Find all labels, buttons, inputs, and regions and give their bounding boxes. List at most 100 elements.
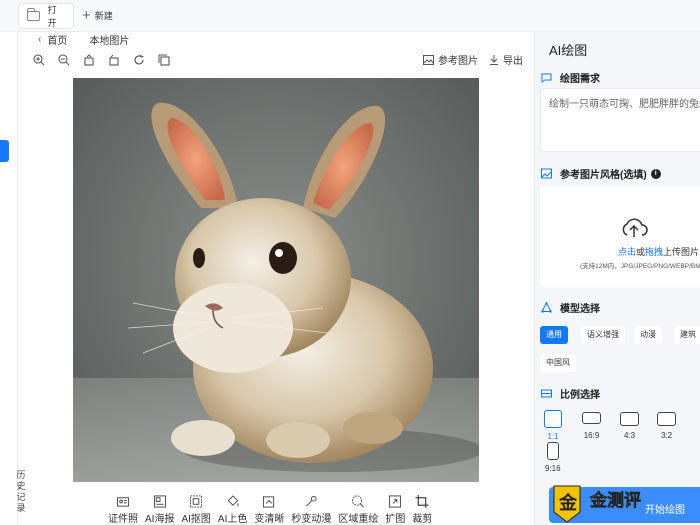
- model-heading-label: 模型选择: [560, 304, 600, 315]
- tool-label: 裁剪: [412, 514, 433, 525]
- reference-image-button[interactable]: 参考图片: [423, 52, 478, 67]
- ratio-shape: [620, 412, 639, 426]
- bottom-toolbar: 证件照 AI海报 AI抠图 AI上色 变清晰 秒变动漫 区域重绘 扩图 裁剪: [108, 495, 439, 525]
- anime-icon: [306, 495, 317, 507]
- model-option-general[interactable]: 通用: [540, 326, 568, 344]
- tool-label: AI抠图: [181, 514, 211, 525]
- ratio-label: 3:2: [660, 431, 673, 440]
- breadcrumb: ‹ 首页 本地图片: [38, 32, 130, 47]
- history-button[interactable]: 历史记录: [14, 470, 28, 514]
- prompt-heading-label: 绘图需求: [560, 74, 600, 85]
- ratio-heading: 比例选择: [541, 386, 600, 401]
- export-label: 导出: [503, 56, 523, 67]
- tool-label: 证件照: [108, 514, 138, 525]
- tool-label: AI海报: [145, 514, 175, 525]
- id-photo-icon: [116, 497, 130, 507]
- model-option-chinese-style[interactable]: 中国风: [540, 354, 576, 372]
- export-button[interactable]: 导出: [489, 52, 523, 67]
- ratio-label: 9:16: [545, 464, 561, 473]
- tool-id-photo[interactable]: 证件照: [108, 495, 138, 525]
- image-icon: [423, 54, 434, 65]
- expand-icon: [389, 495, 402, 508]
- reference-style-label: 参考图片风格(选填): [560, 170, 647, 181]
- model-option-architecture[interactable]: 建筑: [674, 326, 700, 344]
- app-window: 打开 + 新建 历史记录 ‹ 首页 本地图片 参考图片 导出 证件照 AI海报 …: [0, 0, 700, 525]
- reference-image-label: 参考图片: [438, 56, 478, 67]
- tab-bar: 打开 + 新建: [0, 0, 700, 32]
- ratio-shape: [657, 412, 676, 426]
- watermark-logo: 金 金测评: [553, 485, 641, 523]
- cloud-upload-icon: [622, 218, 648, 237]
- tool-ai-colorize[interactable]: AI上色: [218, 495, 247, 525]
- sharpen-icon: [263, 496, 275, 508]
- flip-horizontal-icon[interactable]: [82, 53, 95, 66]
- tool-sharpen[interactable]: 变清晰: [254, 495, 284, 525]
- tool-label: 区域重绘: [338, 514, 379, 525]
- chat-icon: [541, 73, 552, 83]
- svg-text:金: 金: [558, 492, 578, 514]
- chevron-left-icon[interactable]: ‹: [38, 34, 41, 45]
- new-tab-label: 新建: [94, 11, 113, 21]
- image-toolbar: [32, 53, 182, 66]
- ratio-shape: [544, 410, 562, 428]
- image-icon: [541, 168, 552, 179]
- tool-label: AI上色: [217, 514, 248, 525]
- info-icon[interactable]: i: [650, 168, 661, 179]
- model-heading: 模型选择: [541, 300, 600, 315]
- zoom-in-icon[interactable]: [32, 53, 45, 66]
- tab-open[interactable]: 打开: [18, 2, 74, 29]
- left-sidebar: [0, 32, 18, 525]
- flip-vertical-icon[interactable]: [107, 53, 120, 66]
- tool-expand[interactable]: 扩图: [385, 495, 405, 525]
- folder-icon: [27, 7, 40, 21]
- tool-ai-poster[interactable]: AI海报: [145, 495, 174, 525]
- rotate-icon[interactable]: [132, 53, 145, 66]
- model-option-anime[interactable]: 动漫: [634, 326, 662, 344]
- prompt-input[interactable]: 绘制一只萌态可掬、肥肥胖胖的兔子: [540, 88, 700, 152]
- reference-style-heading: 参考图片风格(选填) i: [541, 166, 661, 181]
- plus-icon: +: [82, 7, 91, 24]
- download-icon: [490, 54, 498, 65]
- new-tab-button[interactable]: + 新建: [82, 8, 113, 23]
- ratio-heading-label: 比例选择: [560, 390, 600, 401]
- panel-title: AI绘图: [549, 43, 588, 58]
- tab-open-label: 打开: [47, 4, 57, 28]
- model-option-semantic[interactable]: 语义增强: [581, 326, 625, 344]
- crop-icon: [415, 495, 429, 508]
- upload-hint: (支持12M内，JPG/JPEG/PNG/WEBP/BMP): [580, 263, 700, 270]
- sidebar-toggle[interactable]: [0, 140, 9, 162]
- tool-region-redraw[interactable]: 区域重绘: [338, 495, 378, 525]
- tool-label: 秒变动漫: [291, 514, 332, 525]
- ratio-label: 4:3: [623, 431, 636, 440]
- tool-ai-cutout[interactable]: AI抠图: [181, 495, 211, 525]
- breadcrumb-current: 本地图片: [89, 35, 130, 47]
- ai-drawing-panel: AI绘图 绘图需求 绘制一只萌态可掬、肥肥胖胖的兔子 参考图片风格(选填) i …: [534, 32, 700, 525]
- tool-anime[interactable]: 秒变动漫: [291, 495, 331, 525]
- tool-label: 扩图: [385, 514, 406, 525]
- upload-click-link[interactable]: 点击: [618, 247, 636, 257]
- poster-icon: [153, 495, 166, 508]
- colorize-icon: [227, 495, 239, 507]
- upload-or: 或: [636, 247, 646, 257]
- ratio-icon: [541, 389, 552, 398]
- canvas-image[interactable]: [73, 78, 479, 482]
- zoom-out-icon[interactable]: [57, 53, 70, 66]
- ratio-shape: [546, 442, 559, 460]
- upload-rest: 上传图片: [663, 247, 700, 257]
- svg-text:金测评: 金测评: [589, 490, 641, 511]
- upload-instruction: 点击或拖拽上传图片: [618, 245, 699, 258]
- upload-area[interactable]: 点击或拖拽上传图片 (支持12M内，JPG/JPEG/PNG/WEBP/BMP): [540, 187, 700, 287]
- copy-icon[interactable]: [157, 53, 170, 66]
- ratio-option-4-3[interactable]: 4:3: [620, 412, 639, 440]
- ratio-option-3-2[interactable]: 3:2: [657, 412, 676, 440]
- ratio-option-1-1[interactable]: 1:1: [544, 410, 562, 441]
- prompt-heading: 绘图需求: [541, 70, 600, 85]
- tool-crop[interactable]: 裁剪: [412, 495, 432, 525]
- region-redraw-icon: [352, 495, 365, 508]
- ratio-option-9-16[interactable]: 9:16: [545, 442, 561, 473]
- ratio-option-16-9[interactable]: 16:9: [582, 412, 601, 440]
- ratio-label: 1:1: [547, 432, 559, 441]
- upload-drag-link[interactable]: 拖拽: [645, 247, 663, 257]
- breadcrumb-home[interactable]: 首页: [47, 32, 67, 47]
- triangle-nodes-icon: [541, 302, 552, 313]
